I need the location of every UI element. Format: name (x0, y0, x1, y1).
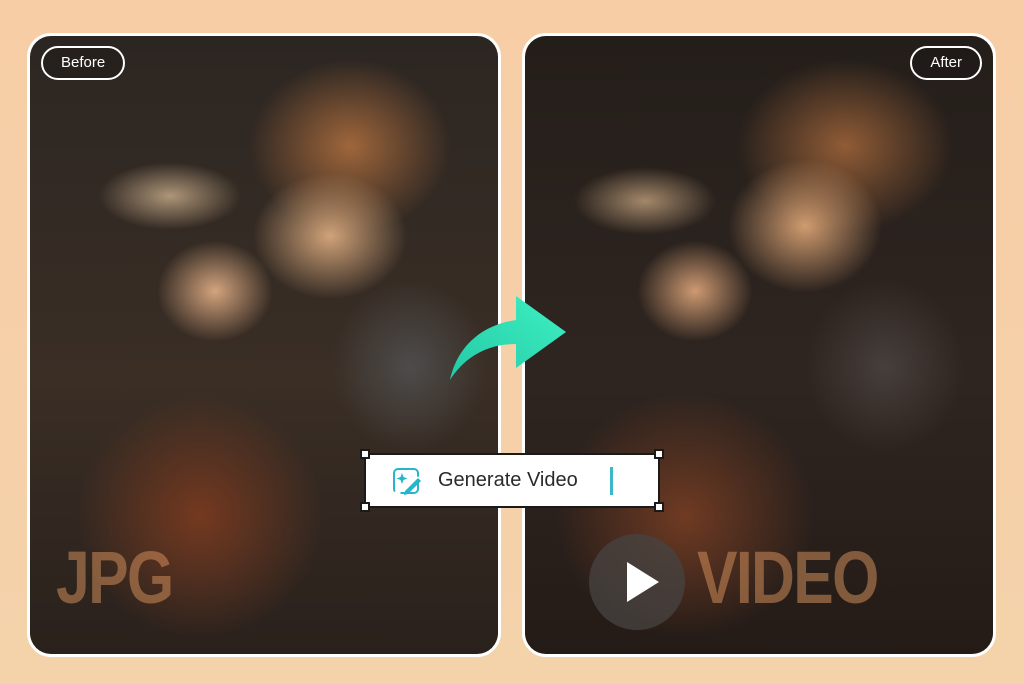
generate-video-label: Generate Video (438, 469, 578, 491)
text-caret (610, 467, 613, 495)
resize-handle-top-left[interactable] (360, 449, 370, 459)
before-image-panel: Before JPG (27, 33, 501, 657)
curved-arrow-icon (450, 296, 566, 380)
sparkle-edit-icon (393, 468, 421, 495)
resize-handle-bottom-left[interactable] (360, 502, 370, 512)
resize-handle-top-right[interactable] (654, 449, 664, 459)
resize-handle-bottom-right[interactable] (654, 502, 664, 512)
before-label: Before (41, 46, 126, 80)
jpg-watermark: JPG (56, 536, 174, 619)
play-icon (627, 562, 659, 602)
after-label: After (910, 46, 982, 80)
after-video-panel: After VIDEO (522, 33, 996, 657)
play-button[interactable] (589, 534, 685, 630)
video-watermark: VIDEO (697, 536, 879, 619)
generate-video-button[interactable]: Generate Video (360, 449, 664, 512)
